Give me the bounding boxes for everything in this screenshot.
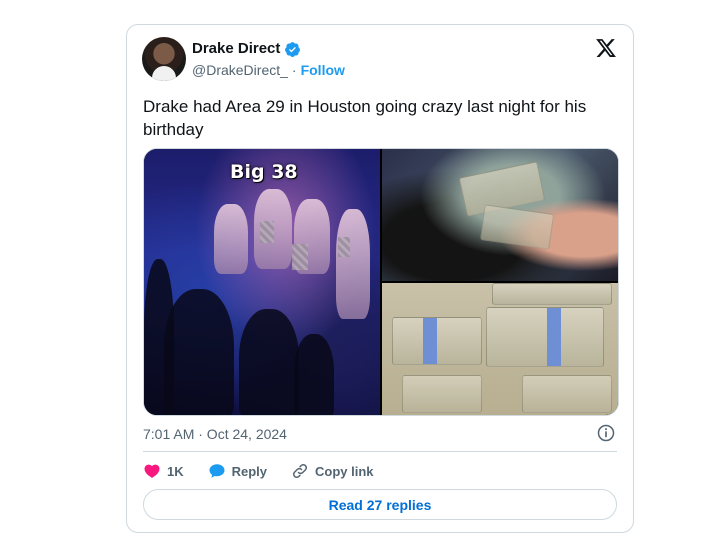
cash-band: [547, 308, 561, 366]
author-handle[interactable]: @DrakeDirect_: [192, 61, 288, 79]
silhouette: [164, 289, 234, 415]
reply-bubble-icon: [209, 464, 225, 478]
divider: [143, 451, 617, 452]
verified-badge-icon: [285, 41, 301, 57]
read-replies-button[interactable]: Read 27 replies: [143, 489, 617, 520]
author-name-row: Drake Direct: [192, 39, 301, 59]
tweet-media-grid: Big 38: [143, 148, 619, 416]
media-image-cash-bottom[interactable]: [382, 283, 618, 415]
cash-stack: [522, 375, 612, 413]
like-count: 1K: [167, 463, 184, 479]
silhouette: [239, 309, 299, 415]
cash-stack: [392, 317, 482, 365]
reply-button[interactable]: Reply: [208, 462, 267, 480]
blur-patch: [260, 221, 274, 243]
silhouette: [294, 334, 334, 415]
separator-dot: ·: [291, 62, 297, 78]
tweet-timestamp[interactable]: 7:01 AM · Oct 24, 2024: [143, 425, 287, 443]
x-logo-icon[interactable]: [595, 37, 617, 59]
crowd-figure: [214, 204, 248, 274]
author-display-name[interactable]: Drake Direct: [192, 39, 280, 59]
tweet-text: Drake had Area 29 in Houston going crazy…: [143, 97, 587, 139]
tweet-card: Drake Direct @DrakeDirect_ · Follow Drak…: [126, 24, 634, 533]
reply-label: Reply: [231, 463, 268, 479]
copy-link-label: Copy link: [315, 463, 374, 479]
cash-stack: [486, 307, 604, 367]
avatar[interactable]: [142, 37, 186, 81]
blur-patch: [338, 237, 350, 257]
like-button[interactable]: 1K: [143, 462, 184, 480]
cash-band: [423, 318, 437, 364]
crowd-figure: [336, 209, 370, 319]
cash-stack: [402, 375, 482, 413]
media-caption: Big 38: [230, 161, 298, 183]
media-image-cash-top[interactable]: [382, 149, 618, 281]
blur-patch: [292, 244, 308, 270]
copy-link-button[interactable]: Copy link: [291, 462, 374, 480]
author-handle-row: @DrakeDirect_ · Follow: [192, 61, 345, 79]
silhouette: [144, 259, 174, 415]
heart-icon: [144, 464, 160, 478]
cash-stack: [492, 283, 612, 305]
info-icon[interactable]: [596, 423, 616, 443]
media-image-club[interactable]: Big 38: [144, 149, 380, 415]
cash-stack: [479, 204, 555, 250]
follow-link[interactable]: Follow: [301, 61, 345, 79]
link-icon: [293, 463, 308, 479]
tweet-actions: 1K Reply Copy link: [143, 461, 398, 481]
